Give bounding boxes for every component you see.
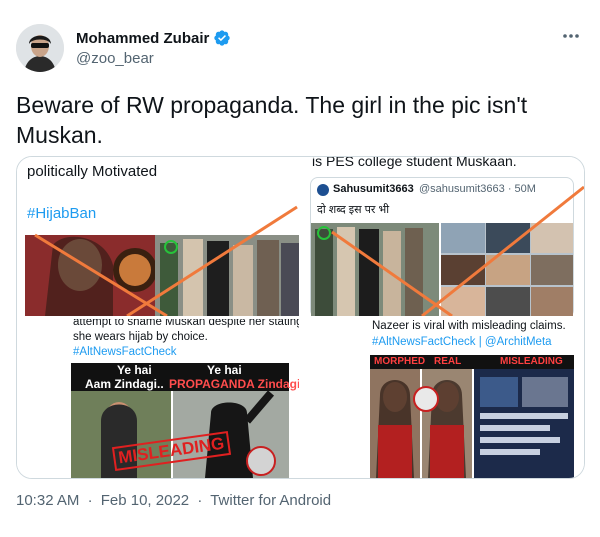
panel3-label-left-2: Aam Zindagi.. [85,377,164,391]
panel4-label-1: MORPHED [374,356,426,367]
panel3-line1: attempt to shame Muskan despite her stat… [73,319,299,328]
panel3-label-right-1: Ye hai [207,363,242,377]
panel4-photo [370,355,574,478]
grid-divider-horizontal [17,316,584,319]
media-image-1[interactable]: politically Motivated #HijabBan [17,157,299,316]
panel4-label-3: MISLEADING [500,356,563,367]
user-handle[interactable]: @zoo_bear [76,50,231,67]
panel4-hashtags: #AltNewsFactCheck | @ArchitMeta [372,336,552,348]
user-names: Mohammed Zubair @zoo_bear [76,29,231,67]
tweet-footer: 10:32 AM · Feb 10, 2022 · Twitter for An… [16,492,335,509]
panel3-label-right-2: PROPAGANDA Zindagi [169,377,299,391]
panel1-cross-icon [34,205,298,316]
panel4-line1: Nazeer is viral with misleading claims. [372,320,566,332]
media-image-4[interactable]: Nazeer is viral with misleading claims. … [302,319,584,478]
panel2-cross-icon [331,185,584,316]
display-name[interactable]: Mohammed Zubair [76,30,209,47]
tweet-date[interactable]: Feb 10, 2022 [101,492,189,509]
panel4-label-2: REAL [434,356,462,367]
profile-avatar [16,24,64,72]
media-image-2[interactable]: is PES college student Muskaan. Sahusumi… [302,157,584,316]
avatar[interactable] [16,24,64,72]
verified-badge-icon [214,30,231,46]
separator: · [87,492,93,509]
panel3-hashtag: #AltNewsFactCheck [73,346,177,358]
tweet-time[interactable]: 10:32 AM [16,492,79,509]
separator: · [197,492,203,509]
tweet-header: Mohammed Zubair @zoo_bear [16,24,584,74]
media-grid[interactable]: politically Motivated #HijabBan is PES c… [16,156,585,479]
tweet-text: Beware of RW propaganda. The girl in the… [16,92,528,148]
more-horizontal-icon[interactable] [558,26,584,46]
panel3-line2: she wears hijab by choice. [73,331,208,343]
tweet-source[interactable]: Twitter for Android [210,492,331,509]
media-image-3[interactable]: attempt to shame Muskan despite her stat… [17,319,299,478]
panel3-label-left-1: Ye hai [117,363,152,377]
